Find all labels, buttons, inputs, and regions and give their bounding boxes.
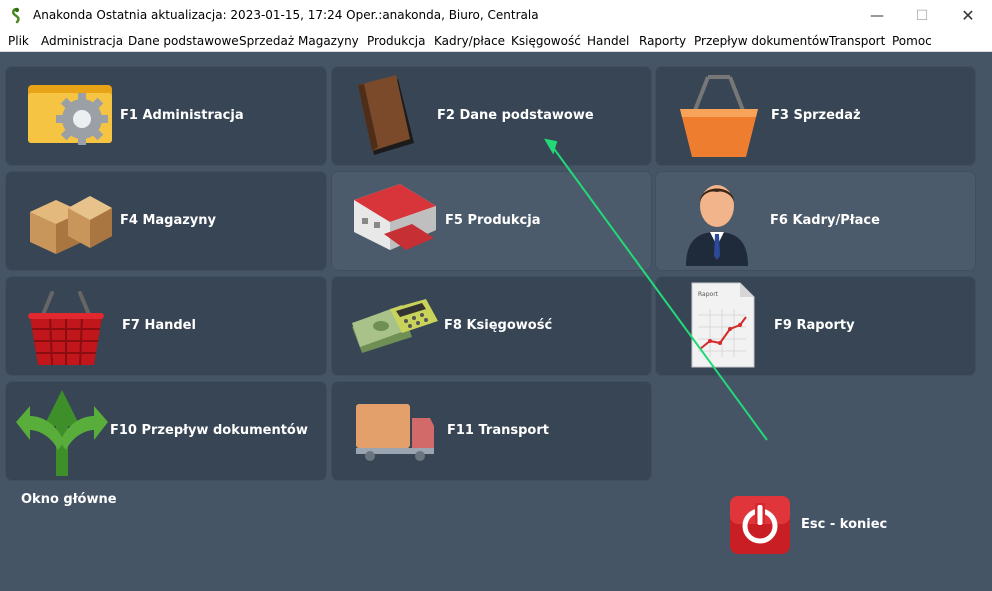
anakonda-app-icon — [12, 7, 20, 24]
tile-f10-label: F10 Przepływ dokumentów — [110, 423, 308, 438]
menu-transport[interactable]: Transport — [829, 34, 885, 48]
tile-f1-label: F1 Administracja — [120, 108, 244, 123]
tile-f2-label: F2 Dane podstawowe — [437, 108, 594, 123]
tile-f6-label: F6 Kadry/Płace — [770, 213, 880, 228]
tile-f5-produkcja[interactable]: F5 Produkcja — [332, 172, 651, 270]
tile-f11-transport[interactable]: F11 Transport — [332, 382, 651, 480]
minimize-button[interactable]: — — [854, 0, 900, 31]
menu-raporty[interactable]: Raporty — [639, 34, 686, 48]
tile-f9-raporty[interactable]: Raport F9 Raporty — [656, 277, 975, 375]
settings-folder-icon — [28, 85, 112, 145]
close-button[interactable]: ✕ — [945, 0, 991, 31]
exit-label[interactable]: Esc - koniec — [801, 517, 887, 532]
menu-przeplyw-dokumentow[interactable]: Przepływ dokumentów — [694, 34, 829, 48]
maximize-button[interactable]: ☐ — [899, 0, 945, 31]
boxes-icon — [30, 196, 112, 254]
title-bar: Anakonda Ostatnia aktualizacja: 2023-01-… — [0, 0, 992, 31]
tile-f4-label: F4 Magazyny — [120, 213, 217, 228]
menu-administracja[interactable]: Administracja — [41, 34, 123, 48]
tile-f8-ksiegowosc[interactable]: F8 Księgowość — [332, 277, 651, 375]
tile-f11-label: F11 Transport — [447, 423, 549, 438]
report-icon-caption: Raport — [698, 291, 719, 298]
money-calculator-icon — [352, 299, 438, 353]
tile-f5-label: F5 Produkcja — [445, 213, 541, 228]
book-icon — [358, 75, 414, 155]
person-icon — [686, 185, 748, 266]
window-title: Anakonda Ostatnia aktualizacja: 2023-01-… — [33, 8, 539, 22]
menu-magazyny[interactable]: Magazyny — [298, 34, 359, 48]
truck-icon — [356, 404, 434, 461]
menu-plik[interactable]: Plik — [8, 34, 29, 48]
menu-dane-podstawowe[interactable]: Dane podstawowe — [128, 34, 239, 48]
menu-kadry-place[interactable]: Kadry/płace — [434, 34, 505, 48]
tile-f9-label: F9 Raporty — [774, 318, 855, 333]
tile-f10-przeplyw-dokumentow[interactable]: F10 Przepływ dokumentów — [6, 382, 326, 480]
factory-icon — [354, 184, 436, 250]
shopping-basket-icon — [680, 75, 758, 157]
status-label: Okno główne — [21, 492, 117, 507]
tile-f6-kadry-place[interactable]: F6 Kadry/Płace — [656, 172, 975, 270]
tile-f3-label: F3 Sprzedaż — [771, 108, 861, 123]
tile-f1-administracja[interactable]: F1 Administracja — [6, 67, 326, 165]
tile-f3-sprzedaz[interactable]: F3 Sprzedaż — [656, 67, 975, 165]
menu-handel[interactable]: Handel — [587, 34, 629, 48]
menu-pomoc[interactable]: Pomoc — [892, 34, 932, 48]
tile-f7-handel[interactable]: F7 Handel — [6, 277, 326, 375]
flow-arrows-icon — [16, 390, 108, 476]
tile-f7-label: F7 Handel — [122, 318, 196, 333]
power-exit-button[interactable] — [729, 495, 791, 555]
tile-f8-label: F8 Księgowość — [444, 318, 553, 333]
main-panel: F1 Administracja F2 Dane podstawowe F3 S… — [0, 52, 992, 591]
menu-sprzedaz[interactable]: Sprzedaż — [239, 34, 294, 48]
menu-ksiegowosc[interactable]: Księgowość — [511, 34, 581, 48]
tile-f4-magazyny[interactable]: F4 Magazyny — [6, 172, 326, 270]
tile-f2-dane-podstawowe[interactable]: F2 Dane podstawowe — [332, 67, 651, 165]
basket-icon — [28, 291, 104, 366]
menu-produkcja[interactable]: Produkcja — [367, 34, 426, 48]
menu-bar: Plik Administracja Dane podstawowe Sprze… — [0, 31, 992, 52]
